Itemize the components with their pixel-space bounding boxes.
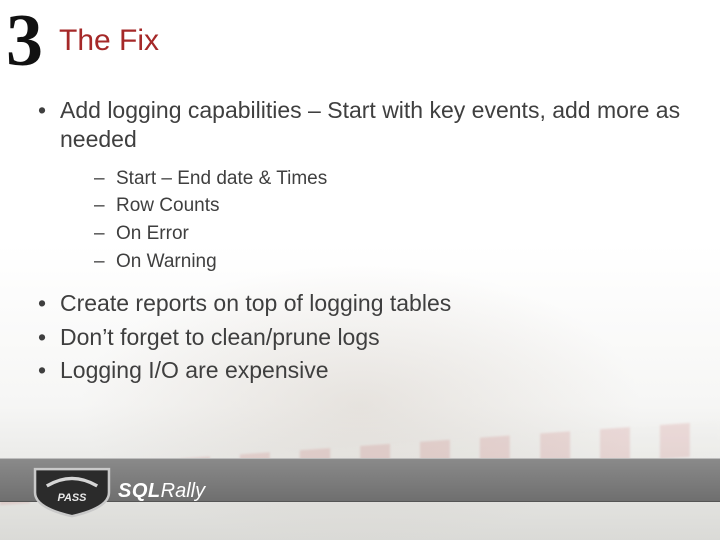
list-item: Don’t forget to clean/prune logs bbox=[36, 323, 684, 352]
list-item: Row Counts bbox=[94, 192, 684, 220]
list-item: On Warning bbox=[94, 248, 684, 276]
footer-logo: PASS SQLRally bbox=[30, 464, 205, 518]
bullet-text: Row Counts bbox=[116, 195, 220, 216]
bullet-text: On Error bbox=[116, 223, 189, 244]
slide-body: Add logging capabilities – Start with ke… bbox=[0, 78, 720, 385]
logo-pass-text: PASS bbox=[58, 492, 88, 504]
logo-rally-text: Rally bbox=[161, 480, 205, 502]
sub-bullet-list: Start – End date & Times Row Counts On E… bbox=[94, 165, 684, 275]
bullet-text: Start – End date & Times bbox=[116, 168, 327, 189]
bullet-text: Don’t forget to clean/prune logs bbox=[60, 324, 380, 350]
bullet-list: Add logging capabilities – Start with ke… bbox=[36, 96, 684, 385]
slide: 3 The Fix Add logging capabilities – Sta… bbox=[0, 0, 720, 540]
list-item: Start – End date & Times bbox=[94, 165, 684, 193]
bullet-text: On Warning bbox=[116, 251, 217, 272]
slide-title: The Fix bbox=[59, 24, 159, 58]
slide-header: 3 The Fix bbox=[0, 0, 720, 78]
slide-content: 3 The Fix Add logging capabilities – Sta… bbox=[0, 0, 720, 385]
list-item: Create reports on top of logging tables bbox=[36, 289, 684, 318]
bullet-text: Logging I/O are expensive bbox=[60, 357, 329, 383]
section-number: 3 bbox=[2, 4, 41, 78]
logo-sql-text: SQL bbox=[118, 480, 161, 502]
bullet-text: Add logging capabilities – Start with ke… bbox=[60, 97, 680, 152]
bullet-text: Create reports on top of logging tables bbox=[60, 290, 451, 316]
shield-icon: PASS bbox=[30, 464, 114, 518]
list-item: Add logging capabilities – Start with ke… bbox=[36, 96, 684, 275]
list-item: Logging I/O are expensive bbox=[36, 356, 684, 385]
logo-wordmark: SQLRally bbox=[118, 480, 205, 503]
list-item: On Error bbox=[94, 220, 684, 248]
